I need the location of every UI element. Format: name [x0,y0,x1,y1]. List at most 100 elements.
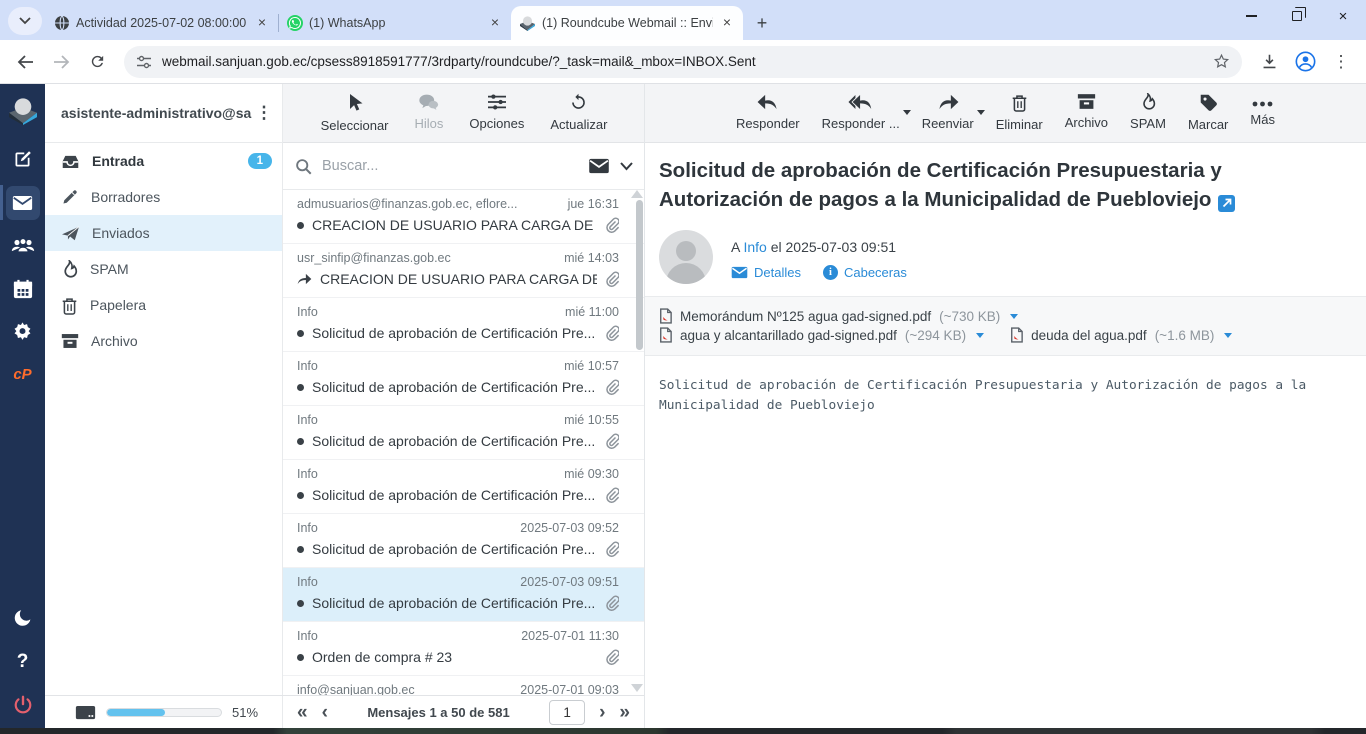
window-minimize-button[interactable] [1228,0,1274,32]
rail-darkmode-button[interactable] [0,597,45,640]
to-link[interactable]: Info [743,239,766,255]
tab-actividad[interactable]: Actividad 2025-07-02 08:00:00 × [46,6,278,40]
folder-spam[interactable]: SPAM [45,251,282,287]
reply-all-button[interactable]: Responder ... [822,93,900,142]
quota-section: 51% [45,696,283,728]
threads-button[interactable]: Hilos [415,93,444,131]
rail-compose-button[interactable] [0,138,45,181]
reload-button[interactable] [82,47,112,77]
message-row[interactable]: Infomié 09:30 Solicitud de aprobación de… [283,460,644,514]
tab-close-icon[interactable]: × [254,15,270,31]
msg-date: 2025-07-03 09:51 [520,575,619,589]
folder-papelera[interactable]: Papelera [45,287,282,323]
folder-label: Archivo [91,333,272,349]
more-label: Más [1250,112,1275,127]
unread-dot-icon [297,330,304,337]
rail-cpanel-button[interactable]: cP [0,353,45,396]
url-text[interactable]: webmail.sanjuan.gob.ec/cpsess8918591777/… [162,54,1203,69]
forward-caret-icon[interactable] [977,110,985,115]
attachment-name[interactable]: Memorándum Nº125 agua gad-signed.pdf [680,309,931,324]
new-tab-button[interactable]: + [749,10,775,36]
back-button[interactable] [10,47,40,77]
tab-whatsapp[interactable]: (1) WhatsApp × [279,6,511,40]
archive-label: Archivo [1065,115,1108,130]
message-row[interactable]: Infomié 10:55 Solicitud de aprobación de… [283,406,644,460]
search-scope-mail-icon[interactable] [588,158,610,174]
reply-button[interactable]: Responder [736,93,800,142]
mark-button[interactable]: Marcar [1188,93,1228,142]
first-page-button[interactable]: « [297,703,308,722]
message-row[interactable]: info@sanjuan.gob.ec2025-07-01 09:03 [283,676,644,695]
attachment-menu-caret-icon[interactable] [976,333,984,338]
folder-archivo[interactable]: Archivo [45,323,282,359]
rail-mail-button[interactable] [0,181,45,224]
message-row[interactable]: usr_sinfip@finanzas.gob.ecmié 14:03 CREA… [283,244,644,298]
refresh-button[interactable]: Actualizar [550,93,607,132]
folder-entrada[interactable]: Entrada 1 [45,143,282,179]
scroll-up-icon[interactable] [631,190,643,198]
forward-message-button[interactable]: Reenviar [922,93,974,142]
msg-date: mié 10:55 [564,413,619,427]
details-toggle[interactable]: Detalles [731,265,801,280]
calendar-icon [13,279,33,299]
attachment-menu-caret-icon[interactable] [1010,314,1018,319]
select-button[interactable]: Seleccionar [321,93,389,133]
tab-close-icon[interactable]: × [719,15,735,31]
rail-help-button[interactable]: ? [0,640,45,683]
folder-borradores[interactable]: Borradores [45,179,282,215]
tab-search-button[interactable] [8,7,42,35]
profile-button[interactable] [1290,47,1320,77]
bookmark-star-icon[interactable] [1213,53,1230,70]
msg-subject: CREACION DE USUARIO PARA CARGA DE I... [320,271,597,287]
last-page-button[interactable]: » [619,703,630,722]
spam-button[interactable]: SPAM [1130,93,1166,142]
archive-button[interactable]: Archivo [1065,93,1108,142]
more-button[interactable]: Más [1250,93,1275,142]
window-close-button[interactable]: × [1320,0,1366,32]
page-number-input[interactable]: 1 [549,700,585,725]
attachment-item[interactable]: deuda del agua.pdf (~1.6 MB) [1010,327,1232,343]
attachment-name[interactable]: deuda del agua.pdf [1031,328,1147,343]
msg-from: Info [297,413,318,427]
message-row[interactable]: Info2025-07-03 09:52 Solicitud de aproba… [283,514,644,568]
quota-bar [106,708,222,717]
msg-from: Info [297,521,318,535]
list-scrollbar[interactable] [636,200,643,350]
rail-settings-button[interactable] [0,310,45,353]
open-in-new-window-icon[interactable] [1218,195,1235,212]
tab-close-icon[interactable]: × [487,15,503,31]
forward-button[interactable] [46,47,76,77]
message-row[interactable]: admusuarios@finanzas.gob.ec, eflore...ju… [283,190,644,244]
tab-roundcube-active[interactable]: (1) Roundcube Webmail :: Envia × [511,6,743,40]
options-button[interactable]: Opciones [469,93,524,131]
message-row[interactable]: Infomié 11:00 Solicitud de aprobación de… [283,298,644,352]
reply-all-caret-icon[interactable] [903,110,911,115]
account-menu-icon[interactable]: ⋮ [252,103,276,123]
message-row[interactable]: Infomié 10:57 Solicitud de aprobación de… [283,352,644,406]
rail-contacts-button[interactable] [0,224,45,267]
msg-from: Info [297,305,318,319]
search-options-chevron-icon[interactable] [620,162,633,171]
scroll-down-icon[interactable] [631,684,643,692]
headers-toggle[interactable]: i Cabeceras [823,265,907,280]
window-restore-button[interactable] [1274,0,1320,32]
to-prefix: A [731,239,740,255]
attachment-item[interactable]: agua y alcantarillado gad-signed.pdf (~2… [659,327,984,343]
download-button[interactable] [1254,47,1284,77]
browser-menu-button[interactable]: ⋮ [1326,47,1356,77]
prev-page-button[interactable]: ‹ [322,703,328,722]
attachment-menu-caret-icon[interactable] [1224,333,1232,338]
next-page-button[interactable]: › [599,703,605,722]
folder-enviados[interactable]: Enviados [45,215,282,251]
attachment-item[interactable]: Memorándum Nº125 agua gad-signed.pdf (~7… [659,308,1018,324]
message-row[interactable]: Info2025-07-01 11:30 Orden de compra # 2… [283,622,644,676]
quota-bar-fill [107,709,165,716]
delete-button[interactable]: Eliminar [996,93,1043,142]
message-row-selected[interactable]: Info2025-07-03 09:51 Solicitud de aproba… [283,568,644,622]
rail-logout-button[interactable] [0,683,45,726]
globe-icon [54,15,70,31]
rail-calendar-button[interactable] [0,267,45,310]
attachment-name[interactable]: agua y alcantarillado gad-signed.pdf [680,328,897,343]
omnibox[interactable]: webmail.sanjuan.gob.ec/cpsess8918591777/… [124,46,1242,78]
search-input[interactable] [322,158,578,174]
